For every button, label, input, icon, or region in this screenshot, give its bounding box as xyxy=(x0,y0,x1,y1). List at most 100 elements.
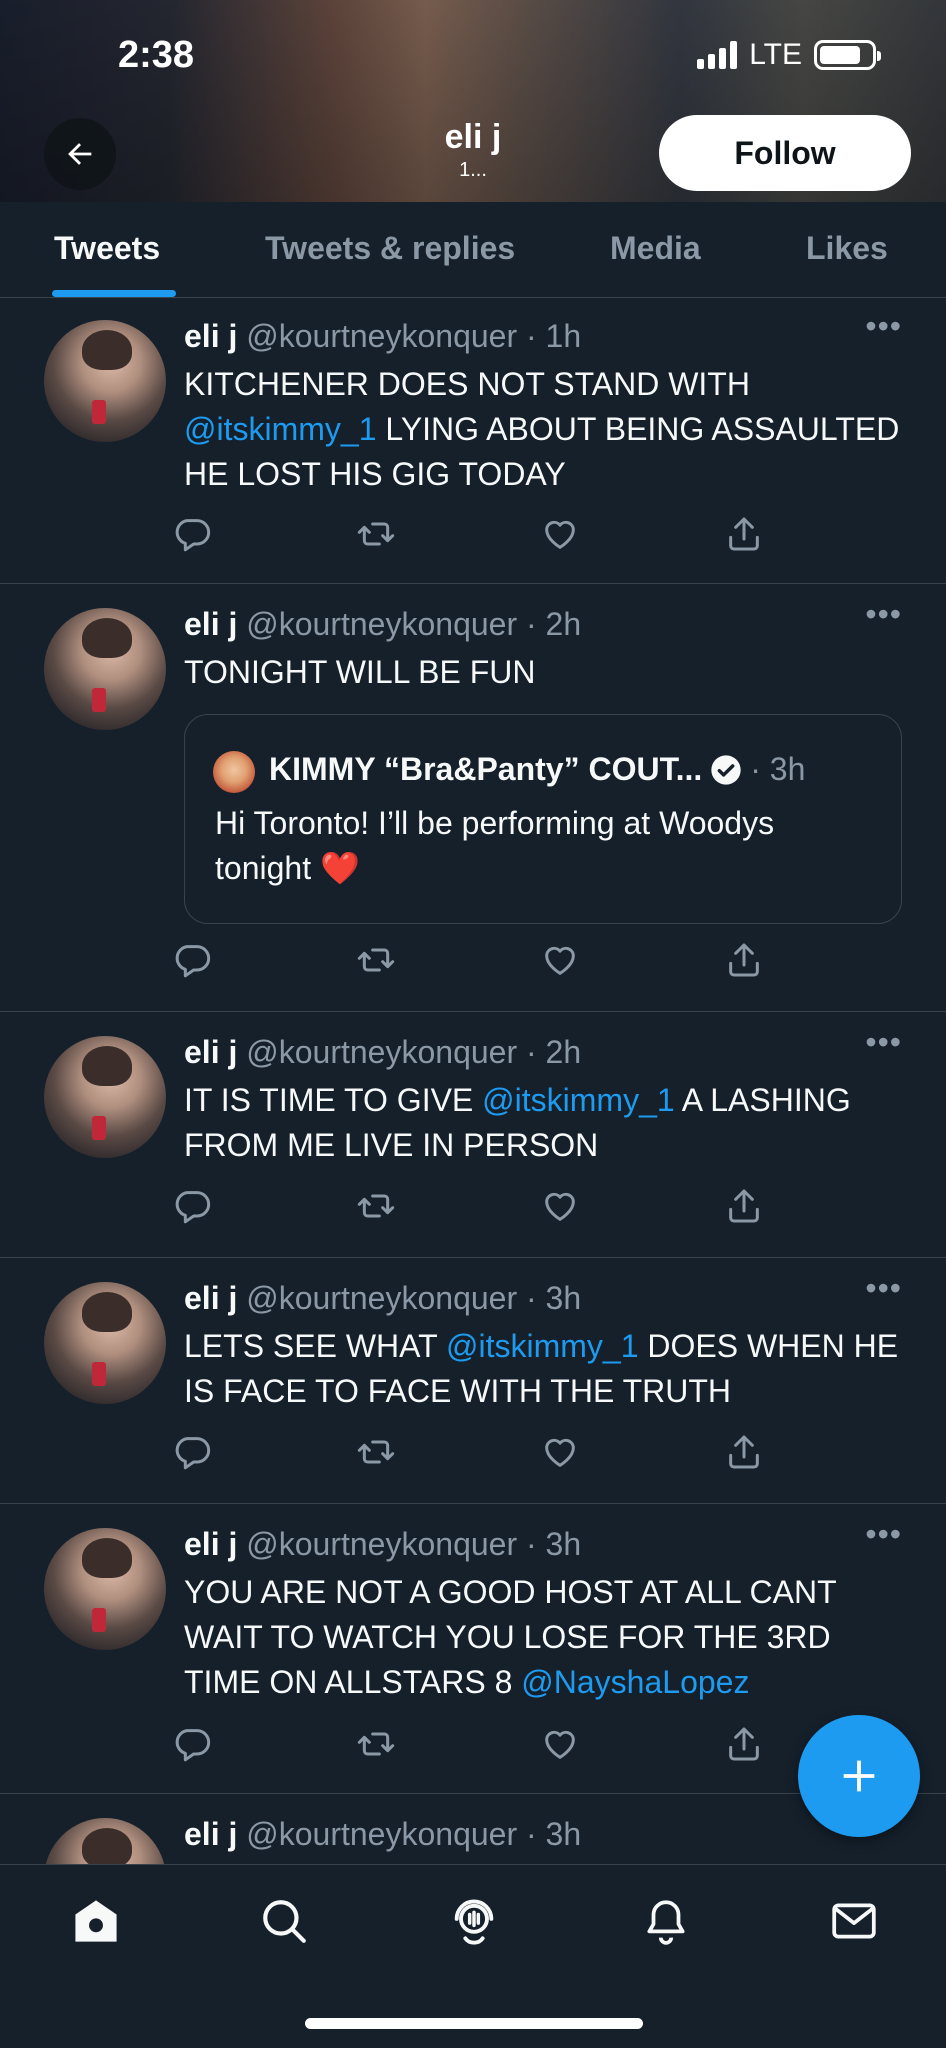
reply-button[interactable] xyxy=(172,1724,212,1764)
reply-button[interactable] xyxy=(172,1186,212,1226)
avatar[interactable] xyxy=(44,1036,166,1158)
share-icon xyxy=(729,1189,759,1223)
avatar[interactable] xyxy=(44,608,166,730)
tweet-author-name[interactable]: eli j xyxy=(184,606,237,642)
tweet-actions xyxy=(175,1724,784,1764)
notifications-icon xyxy=(647,1900,685,1945)
nav-notifications[interactable] xyxy=(638,1893,694,1949)
tweet[interactable]: eli j @kourtneykonquer · 2h ••• IT IS TI… xyxy=(0,1012,946,1258)
tweet-header: eli j @kourtneykonquer · 3h xyxy=(184,1280,581,1317)
tweet-author-name[interactable]: eli j xyxy=(184,1526,237,1562)
retweet-icon xyxy=(357,948,395,972)
retweet-button[interactable] xyxy=(356,514,396,554)
tweet-author-name[interactable]: eli j xyxy=(184,318,237,354)
tweet-author-handle[interactable]: @kourtneykonquer xyxy=(246,1034,517,1070)
reply-icon xyxy=(175,945,211,978)
follow-button[interactable]: Follow xyxy=(659,115,911,191)
nav-search[interactable] xyxy=(256,1893,312,1949)
heart-button[interactable] xyxy=(540,1432,580,1472)
tweet-author-handle[interactable]: @kourtneykonquer xyxy=(246,318,517,354)
tab-likes[interactable]: Likes xyxy=(806,230,888,267)
tweet-author-handle[interactable]: @kourtneykonquer xyxy=(246,1280,517,1316)
share-button[interactable] xyxy=(724,514,764,554)
heart-button[interactable] xyxy=(540,940,580,980)
retweet-button[interactable] xyxy=(356,1432,396,1472)
tweet-header: eli j @kourtneykonquer · 3h xyxy=(184,1816,581,1853)
retweet-button[interactable] xyxy=(356,1186,396,1226)
home-icon xyxy=(75,1900,117,1942)
mention-link[interactable]: @itskimmy_1 xyxy=(446,1328,639,1364)
reply-icon xyxy=(175,1729,211,1762)
tweet-actions xyxy=(175,1432,784,1472)
quoted-text: Hi Toronto! I’ll be performing at Woodys… xyxy=(215,805,775,886)
network-label: LTE xyxy=(749,38,802,71)
tweet-time: · 3h xyxy=(526,1280,582,1316)
tweet-author-name[interactable]: eli j xyxy=(184,1816,237,1852)
avatar[interactable] xyxy=(44,1282,166,1404)
avatar[interactable] xyxy=(44,1528,166,1650)
reply-button[interactable] xyxy=(172,514,212,554)
tweet-header: eli j @kourtneykonquer · 3h xyxy=(184,1526,581,1563)
heart-icon xyxy=(545,1730,575,1759)
mention-link[interactable]: @NayshaLopez xyxy=(521,1664,749,1700)
heart-button[interactable] xyxy=(540,1186,580,1226)
status-time: 2:38 xyxy=(118,34,195,76)
share-button[interactable] xyxy=(724,940,764,980)
tweet[interactable]: eli j @kourtneykonquer · 2h ••• TONIGHT … xyxy=(0,584,946,1012)
tweet-text: YOU ARE NOT A GOOD HOST AT ALL CANT WAIT… xyxy=(184,1570,904,1705)
tweet-header: eli j @kourtneykonquer · 2h xyxy=(184,606,581,643)
tweet-author-handle[interactable]: @kourtneykonquer xyxy=(246,1526,517,1562)
retweet-icon xyxy=(357,1194,395,1218)
reply-icon xyxy=(175,1191,211,1224)
retweet-icon xyxy=(357,522,395,546)
verified-badge-icon xyxy=(711,754,741,785)
home-indicator xyxy=(305,2018,643,2029)
tweet-text-segment: TONIGHT WILL BE FUN xyxy=(184,654,536,690)
tweet[interactable]: eli j @kourtneykonquer · 1h ••• KITCHENE… xyxy=(0,298,946,584)
tweet-text: IT IS TIME TO GIVE @itskimmy_1 A LASHING… xyxy=(184,1078,904,1168)
retweet-icon xyxy=(357,1440,395,1464)
tab-tweets[interactable]: Tweets xyxy=(54,230,160,267)
share-icon xyxy=(729,517,759,551)
compose-tweet-button[interactable] xyxy=(798,1715,920,1837)
retweet-button[interactable] xyxy=(356,1724,396,1764)
heart-icon xyxy=(545,1438,575,1467)
more-dots-icon[interactable]: ••• xyxy=(865,308,902,345)
nav-messages[interactable] xyxy=(826,1893,882,1949)
tweet[interactable]: eli j @kourtneykonquer · 3h ••• LETS SEE… xyxy=(0,1258,946,1504)
more-dots-icon[interactable]: ••• xyxy=(865,1270,902,1307)
reply-icon xyxy=(175,519,211,552)
share-icon xyxy=(729,1435,759,1469)
nav-home[interactable] xyxy=(68,1893,124,1949)
mention-link[interactable]: @itskimmy_1 xyxy=(482,1082,675,1118)
tweet-author-name[interactable]: eli j xyxy=(184,1034,237,1070)
tab-media[interactable]: Media xyxy=(610,230,701,267)
heart-button[interactable] xyxy=(540,514,580,554)
tweet-author-name[interactable]: eli j xyxy=(184,1280,237,1316)
retweet-button[interactable] xyxy=(356,940,396,980)
heart-button[interactable] xyxy=(540,1724,580,1764)
avatar[interactable] xyxy=(44,320,166,442)
tweet-time: · 2h xyxy=(526,1034,582,1070)
tab-tweets-replies[interactable]: Tweets & replies xyxy=(265,230,515,267)
more-dots-icon[interactable]: ••• xyxy=(865,1024,902,1061)
share-icon xyxy=(729,1727,759,1761)
tweet-text-segment: LETS SEE WHAT xyxy=(184,1328,446,1364)
mention-link[interactable]: @itskimmy_1 xyxy=(184,411,377,447)
nav-spaces[interactable] xyxy=(446,1893,502,1949)
share-button[interactable] xyxy=(724,1186,764,1226)
tweet-author-handle[interactable]: @kourtneykonquer xyxy=(246,606,517,642)
quoted-tweet[interactable]: KIMMY “Bra&Panty” COUT... · 3h Hi Toront… xyxy=(184,714,902,924)
tweet-author-handle[interactable]: @kourtneykonquer xyxy=(246,1816,517,1852)
status-indicators: LTE xyxy=(697,38,881,72)
reply-button[interactable] xyxy=(172,940,212,980)
more-dots-icon[interactable]: ••• xyxy=(865,596,902,633)
avatar[interactable] xyxy=(44,1818,166,1864)
more-dots-icon[interactable]: ••• xyxy=(865,1516,902,1553)
heart-icon xyxy=(545,946,575,975)
signal-icon xyxy=(697,41,738,69)
share-button[interactable] xyxy=(724,1724,764,1764)
reply-button[interactable] xyxy=(172,1432,212,1472)
heart-icon xyxy=(545,520,575,549)
share-button[interactable] xyxy=(724,1432,764,1472)
